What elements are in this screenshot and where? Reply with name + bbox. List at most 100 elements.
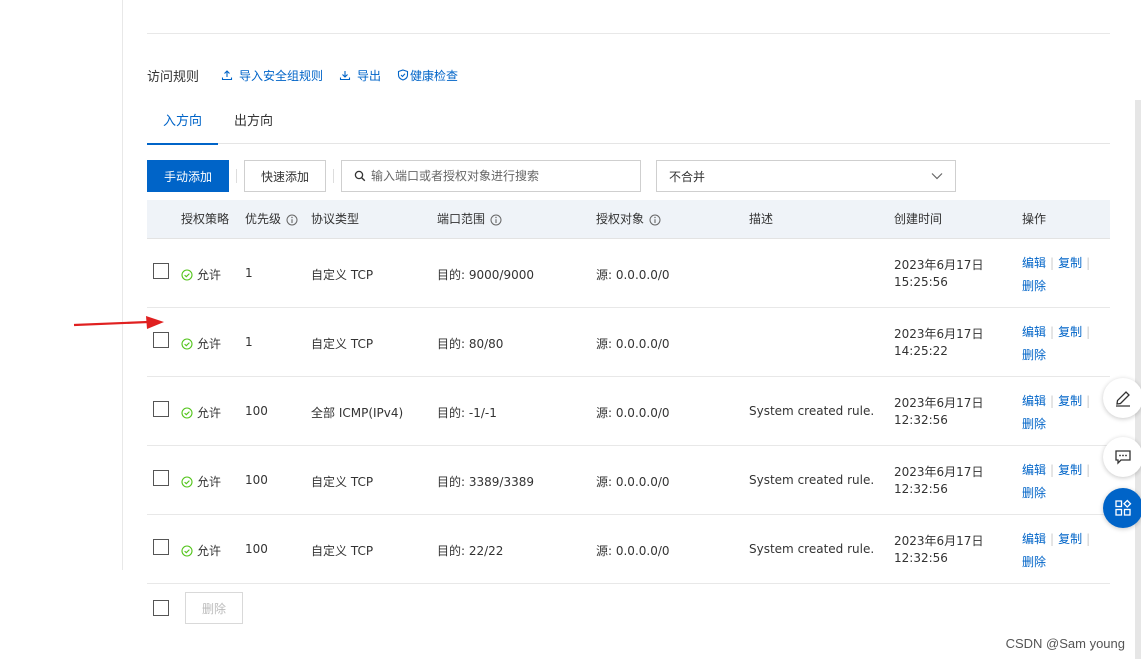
export-link[interactable]: 导出	[339, 67, 381, 84]
apps-grid-icon	[1115, 499, 1132, 516]
merge-select-value: 不合并	[669, 169, 706, 184]
left-divider	[122, 0, 123, 570]
copy-link[interactable]: 复制	[1058, 463, 1082, 477]
select-all-checkbox[interactable]	[153, 600, 169, 616]
search-input[interactable]	[371, 169, 631, 183]
created-time: 14:25:22	[894, 344, 948, 358]
row-checkbox[interactable]	[153, 263, 169, 279]
col-created: 创建时间	[894, 212, 943, 226]
priority-cell: 100	[245, 542, 268, 556]
object-cell: 源: 0.0.0.0/0	[596, 544, 670, 558]
port-cell: 目的: -1/-1	[437, 406, 497, 420]
check-circle-icon	[181, 406, 193, 419]
page-scrollbar[interactable]	[1135, 100, 1141, 659]
export-label: 导出	[357, 68, 382, 83]
row-checkbox[interactable]	[153, 332, 169, 348]
toolbar: 手动添加 快速添加 不合并	[147, 160, 956, 192]
edit-link[interactable]: 编辑	[1022, 394, 1046, 408]
edit-float-button[interactable]	[1103, 378, 1141, 418]
section-title: 访问规则	[147, 69, 200, 85]
delete-link[interactable]: 删除	[1022, 417, 1046, 431]
col-port-label: 端口范围	[437, 212, 486, 226]
edit-link[interactable]: 编辑	[1022, 256, 1046, 270]
row-actions: 编辑 | 复制 | 删除	[1022, 254, 1094, 296]
bulk-delete-button[interactable]: 删除	[185, 592, 243, 624]
health-check-link[interactable]: 健康检查	[397, 67, 458, 84]
protocol-cell: 自定义 TCP	[311, 337, 374, 351]
created-date: 2023年6月17日	[894, 465, 984, 479]
col-ops: 操作	[1022, 212, 1047, 226]
created-date: 2023年6月17日	[894, 534, 984, 548]
copy-link[interactable]: 复制	[1058, 256, 1082, 270]
op-separator: |	[1050, 256, 1055, 270]
toolbar-separator	[333, 169, 334, 183]
copy-link[interactable]: 复制	[1058, 394, 1082, 408]
check-circle-icon	[181, 337, 193, 350]
desc-cell: System created rule.	[749, 404, 875, 418]
merge-select[interactable]: 不合并	[656, 160, 956, 192]
row-actions: 编辑 | 复制 | 删除	[1022, 530, 1094, 572]
op-separator: |	[1050, 463, 1055, 477]
op-separator: |	[1086, 463, 1091, 477]
policy-label: 允许	[197, 544, 222, 558]
info-icon[interactable]	[649, 214, 661, 226]
info-icon[interactable]	[490, 214, 502, 226]
tab-outbound[interactable]: 出方向	[218, 108, 289, 144]
policy-label: 允许	[197, 475, 222, 489]
delete-link[interactable]: 删除	[1022, 486, 1046, 500]
copy-link[interactable]: 复制	[1058, 325, 1082, 339]
col-priority-label: 优先级	[245, 212, 282, 226]
protocol-cell: 自定义 TCP	[311, 268, 374, 282]
row-actions: 编辑 | 复制 | 删除	[1022, 461, 1094, 503]
table-row: 允许 100 自定义 TCP 目的: 22/22 源: 0.0.0.0/0 Sy…	[147, 515, 1110, 584]
priority-cell: 100	[245, 404, 268, 418]
table-row: 允许 100 自定义 TCP 目的: 3389/3389 源: 0.0.0.0/…	[147, 446, 1110, 515]
pen-icon	[1116, 391, 1130, 407]
shield-check-icon	[397, 69, 409, 81]
policy-cell: 允许	[181, 404, 221, 421]
protocol-cell: 全部 ICMP(IPv4)	[311, 406, 404, 420]
protocol-cell: 自定义 TCP	[311, 475, 374, 489]
edit-link[interactable]: 编辑	[1022, 532, 1046, 546]
op-separator: |	[1086, 394, 1091, 408]
bulk-action-bar: 删除	[147, 592, 243, 624]
import-rules-link[interactable]: 导入安全组规则	[221, 67, 323, 84]
table-row: 允许 1 自定义 TCP 目的: 80/80 源: 0.0.0.0/0 2023…	[147, 308, 1110, 377]
policy-cell: 允许	[181, 266, 221, 283]
policy-cell: 允许	[181, 542, 221, 559]
col-protocol: 协议类型	[311, 212, 360, 226]
created-time: 12:32:56	[894, 413, 948, 427]
row-actions: 编辑 | 复制 | 删除	[1022, 392, 1094, 434]
tab-inbound[interactable]: 入方向	[147, 108, 219, 145]
port-cell: 目的: 22/22	[437, 544, 504, 558]
apps-float-button[interactable]	[1103, 488, 1141, 528]
col-desc: 描述	[749, 212, 774, 226]
port-cell: 目的: 80/80	[437, 337, 504, 351]
info-icon[interactable]	[286, 214, 298, 226]
delete-link[interactable]: 删除	[1022, 279, 1046, 293]
policy-label: 允许	[197, 337, 222, 351]
edit-link[interactable]: 编辑	[1022, 463, 1046, 477]
delete-link[interactable]: 删除	[1022, 555, 1046, 569]
manual-add-button[interactable]: 手动添加	[147, 160, 229, 192]
policy-cell: 允许	[181, 473, 221, 490]
delete-link[interactable]: 删除	[1022, 348, 1046, 362]
copy-link[interactable]: 复制	[1058, 532, 1082, 546]
feedback-float-button[interactable]	[1103, 437, 1141, 477]
protocol-cell: 自定义 TCP	[311, 544, 374, 558]
object-cell: 源: 0.0.0.0/0	[596, 268, 670, 282]
op-separator: |	[1086, 325, 1091, 339]
chat-icon	[1115, 450, 1131, 465]
edit-link[interactable]: 编辑	[1022, 325, 1046, 339]
created-date: 2023年6月17日	[894, 327, 984, 341]
quick-add-button[interactable]: 快速添加	[244, 160, 326, 192]
desc-cell: System created rule.	[749, 542, 875, 556]
download-icon	[339, 71, 351, 81]
row-checkbox[interactable]	[153, 539, 169, 555]
row-checkbox[interactable]	[153, 470, 169, 486]
table-row: 允许 1 自定义 TCP 目的: 9000/9000 源: 0.0.0.0/0 …	[147, 239, 1110, 308]
created-time: 15:25:56	[894, 275, 948, 289]
policy-cell: 允许	[181, 335, 221, 352]
search-box[interactable]	[341, 160, 641, 192]
row-checkbox[interactable]	[153, 401, 169, 417]
